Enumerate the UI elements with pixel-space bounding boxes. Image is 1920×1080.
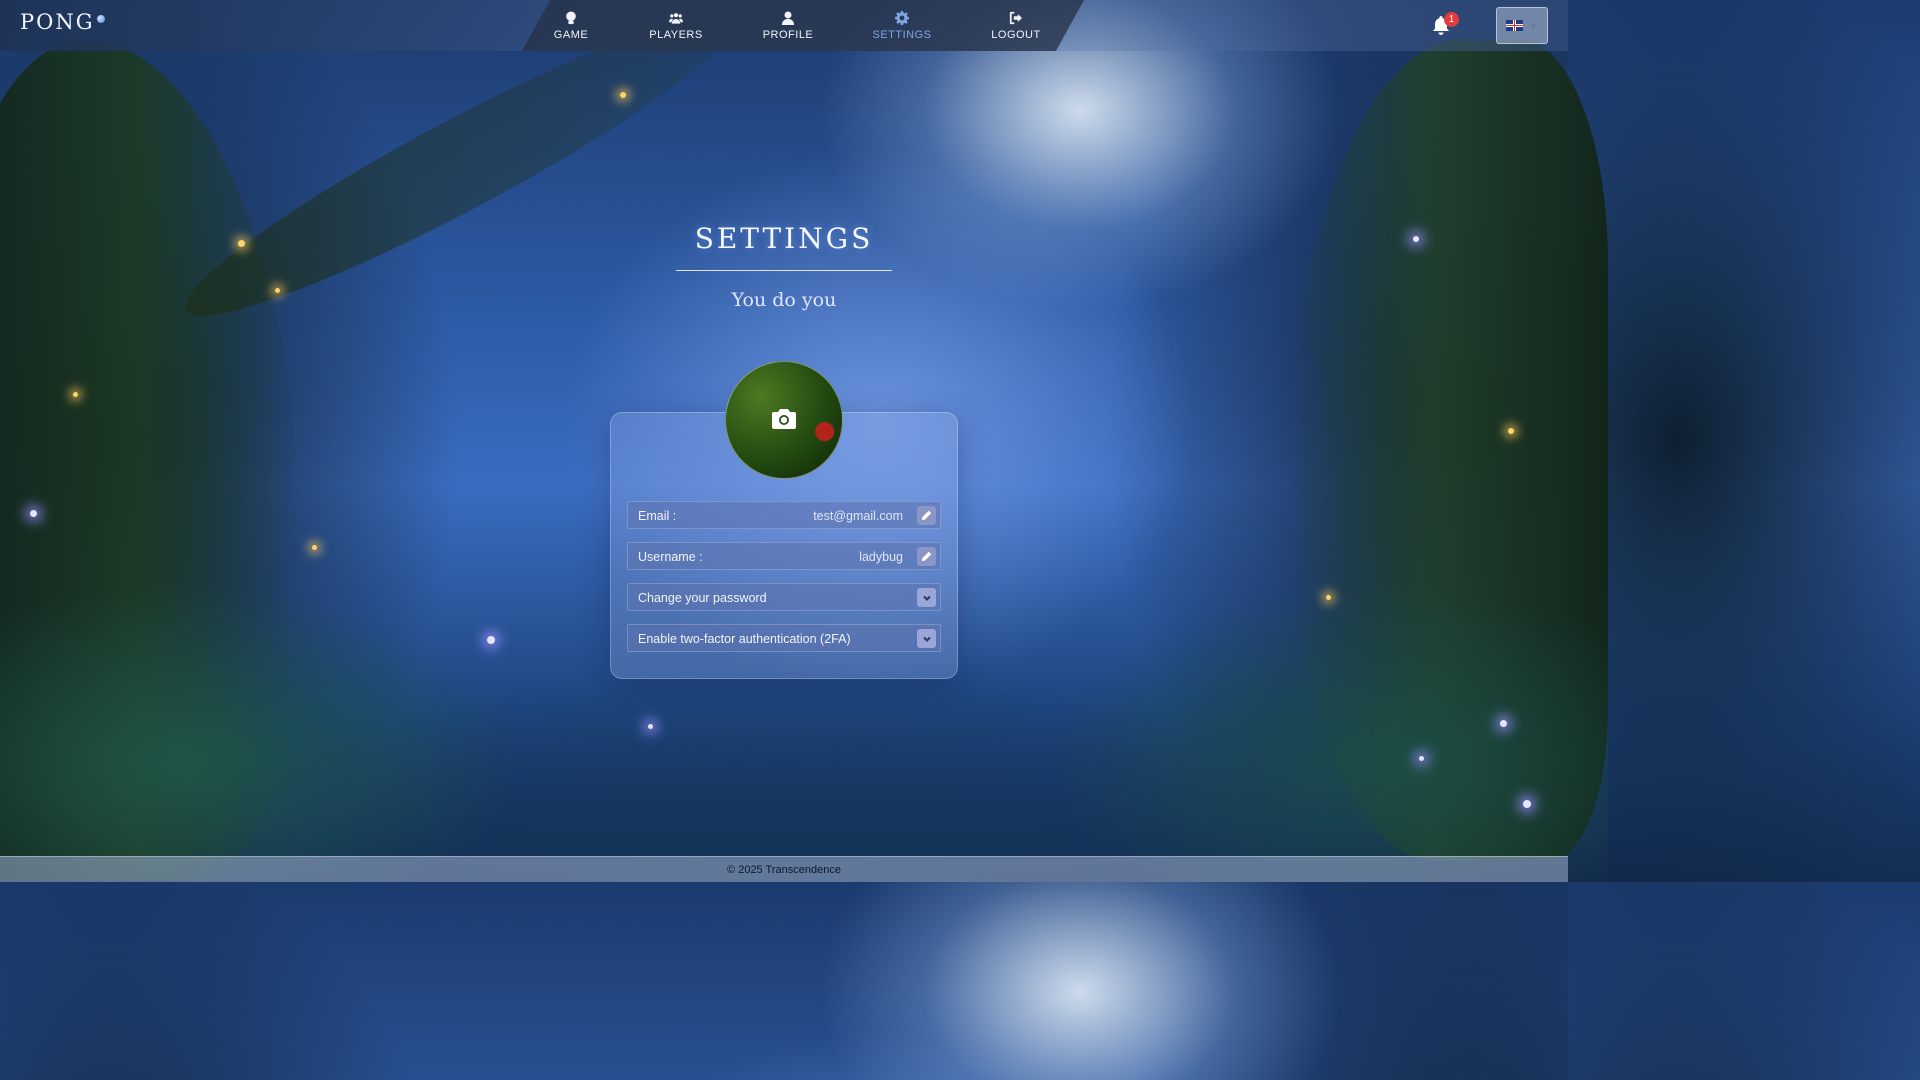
nav-item-players[interactable]: PLAYERS bbox=[648, 0, 704, 51]
edit-username-button[interactable] bbox=[917, 547, 936, 566]
change-password-toggle[interactable]: Change your password bbox=[627, 583, 941, 611]
firefly bbox=[1508, 428, 1514, 434]
page-title: SETTINGS bbox=[694, 222, 874, 255]
players-icon bbox=[669, 12, 683, 24]
chevron-down-icon bbox=[922, 636, 931, 642]
glowing-flower bbox=[1500, 720, 1507, 727]
uk-flag-icon bbox=[1506, 20, 1524, 31]
username-label: Username : bbox=[638, 550, 703, 564]
app-logo[interactable]: PONG bbox=[20, 10, 95, 34]
top-navbar: PONG GAME PLAYERS PROFILE SETTINGS LOGOU… bbox=[0, 0, 1568, 51]
background-foliage-left bbox=[0, 582, 520, 882]
email-field: Email : test@gmail.com bbox=[627, 501, 941, 529]
nav-item-label: PLAYERS bbox=[649, 28, 703, 41]
expand-password-button[interactable] bbox=[917, 588, 936, 607]
background-tree-left bbox=[0, 40, 300, 880]
nav-item-label: PROFILE bbox=[762, 28, 814, 41]
twofa-label: Enable two-factor authentication (2FA) bbox=[638, 632, 851, 646]
logo-ball-icon bbox=[97, 15, 105, 23]
nav-item-logout[interactable]: LOGOUT bbox=[990, 0, 1042, 51]
nav-item-game[interactable]: GAME bbox=[549, 0, 593, 51]
game-icon bbox=[566, 10, 576, 24]
nav-item-profile[interactable]: PROFILE bbox=[760, 0, 816, 51]
glowing-flower bbox=[30, 510, 37, 517]
chevron-down-icon: ▼ bbox=[1529, 20, 1538, 31]
twofa-toggle[interactable]: Enable two-factor authentication (2FA) bbox=[627, 624, 941, 652]
nav-item-label: LOGOUT bbox=[991, 28, 1041, 41]
glowing-flower bbox=[1419, 756, 1424, 761]
camera-icon bbox=[771, 407, 797, 431]
page-subtitle: You do you bbox=[731, 289, 837, 311]
firefly bbox=[73, 392, 78, 397]
email-value: test@gmail.com bbox=[813, 509, 903, 523]
glowing-flower bbox=[487, 636, 495, 644]
profile-icon bbox=[781, 10, 795, 25]
gear-icon bbox=[895, 10, 909, 25]
notification-count-badge: 1 bbox=[1444, 12, 1459, 27]
background-tree-right bbox=[1288, 40, 1608, 860]
firefly bbox=[312, 545, 317, 550]
glowing-flower bbox=[1523, 800, 1531, 808]
pencil-icon bbox=[921, 551, 932, 562]
footer: © 2025 Transcendence bbox=[0, 856, 1568, 882]
pencil-icon bbox=[921, 510, 932, 521]
language-selector[interactable]: ▼ bbox=[1496, 7, 1548, 44]
logout-icon bbox=[1009, 11, 1023, 24]
firefly bbox=[1326, 595, 1331, 600]
background-foliage-right bbox=[1048, 582, 1608, 882]
glowing-flower bbox=[648, 724, 653, 729]
change-password-label: Change your password bbox=[638, 591, 767, 605]
nav-item-label: SETTINGS bbox=[872, 28, 932, 41]
username-value: ladybug bbox=[859, 550, 903, 564]
username-field: Username : ladybug bbox=[627, 542, 941, 570]
nav-item-settings[interactable]: SETTINGS bbox=[872, 0, 932, 51]
email-label: Email : bbox=[638, 509, 677, 523]
firefly bbox=[620, 92, 626, 98]
expand-twofa-button[interactable] bbox=[917, 629, 936, 648]
nav-item-label: GAME bbox=[553, 28, 589, 41]
title-divider bbox=[676, 270, 892, 271]
edit-email-button[interactable] bbox=[917, 506, 936, 525]
chevron-down-icon bbox=[922, 595, 931, 601]
